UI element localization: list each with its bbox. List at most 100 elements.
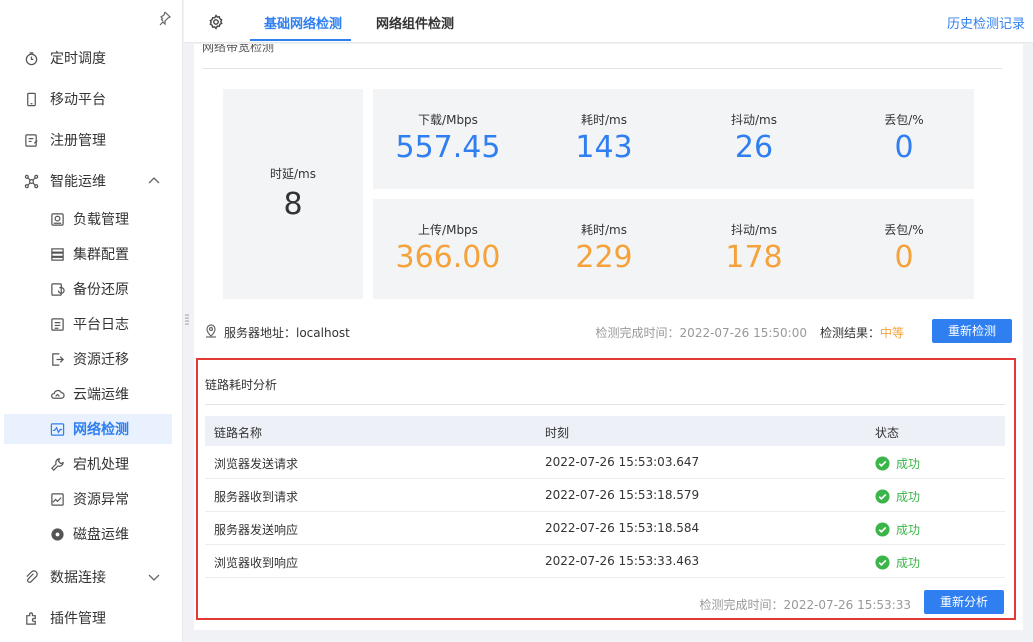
chevron-down-icon — [147, 570, 161, 584]
latency-label: 时延/ms — [270, 167, 316, 181]
table-row: 服务器发送响应 2022-07-26 15:53:18.584 成功 — [205, 512, 1005, 545]
column-header: 状态 — [875, 426, 900, 440]
sidebar-item-label: 移动平台 — [50, 92, 106, 108]
latency-card: 时延/ms 8 — [223, 89, 363, 299]
metric-download-time: 耗时/ms 143 — [529, 111, 679, 165]
metric-label: 抖动/ms — [731, 223, 777, 237]
metric-label: 抖动/ms — [731, 113, 777, 127]
result-value: 中等 — [879, 326, 904, 340]
sidebar-subitem-cloud[interactable]: 云端运维 — [0, 379, 183, 409]
divider — [202, 68, 1002, 69]
active-tab-indicator — [250, 39, 351, 41]
table-row: 服务器收到请求 2022-07-26 15:53:18.579 成功 — [205, 479, 1005, 512]
tab-component-network[interactable]: 网络组件检测 — [376, 13, 454, 32]
sidebar-subitem-cluster[interactable]: 集群配置 — [0, 239, 183, 269]
analysis-table: 链路名称 时刻 状态 浏览器发送请求 2022-07-26 15:53:03.6… — [205, 416, 1005, 578]
status-text: 成功 — [896, 457, 921, 471]
sidebar-item-plugin[interactable]: 插件管理 — [0, 601, 183, 635]
sidebar-item-label: 数据连接 — [50, 570, 106, 586]
metric-download-loss: 丢包/% 0 — [829, 111, 979, 165]
reanalyze-button[interactable]: 重新分析 — [924, 590, 1004, 614]
metric-upload-jitter: 抖动/ms 178 — [679, 221, 829, 275]
retest-button[interactable]: 重新检测 — [932, 319, 1012, 343]
log-icon — [50, 317, 65, 332]
tool-icon — [50, 457, 65, 472]
load-icon — [50, 212, 65, 227]
sidebar: 定时调度 移动平台 注册管理 智能运维 负载管理 集群配置 备份还原 平台日志 … — [0, 0, 183, 642]
history-link[interactable]: 历史检测记录 — [947, 13, 1025, 32]
sidebar-subitem-crash[interactable]: 宕机处理 — [0, 449, 183, 479]
mobile-icon — [23, 91, 39, 107]
sidebar-subitem-label: 云端运维 — [73, 387, 129, 403]
sidebar-subitem-anomaly[interactable]: 资源异常 — [0, 484, 183, 514]
sidebar-item-register[interactable]: 注册管理 — [0, 123, 183, 157]
column-header: 时刻 — [545, 426, 570, 440]
link-status: 成功 — [875, 521, 920, 538]
metric-value: 229 — [575, 240, 633, 275]
sidebar-subitem-load[interactable]: 负载管理 — [0, 204, 183, 234]
sidebar-subitem-disk[interactable]: 磁盘运维 — [0, 519, 183, 549]
analysis-title: 链路耗时分析 — [205, 378, 278, 392]
column-header: 链路名称 — [214, 426, 263, 440]
metric-value: 0 — [894, 240, 914, 275]
metric-label: 下载/Mbps — [418, 113, 478, 127]
download-metrics: 下载/Mbps 557.45 耗时/ms 143 抖动/ms 26 丢包/% 0 — [373, 89, 974, 189]
metric-label: 耗时/ms — [581, 113, 627, 127]
network-icon — [50, 422, 65, 437]
disk-icon — [50, 527, 65, 542]
resize-handle[interactable] — [185, 313, 189, 327]
metric-value: 557.45 — [395, 130, 501, 165]
sidebar-item-schedule[interactable]: 定时调度 — [0, 41, 183, 75]
detect-result: 检测结果：中等 — [820, 324, 904, 341]
anomaly-icon — [50, 492, 65, 507]
cluster-icon — [50, 247, 65, 262]
main-panel: 网络带宽检测 时延/ms 8 下载/Mbps 557.45 耗时/ms 143 … — [194, 44, 1023, 630]
sidebar-subitem-log[interactable]: 平台日志 — [0, 309, 183, 339]
metric-download-jitter: 抖动/ms 26 — [679, 111, 829, 165]
check-circle-icon — [875, 555, 890, 570]
sidebar-item-data-connect[interactable]: 数据连接 — [0, 560, 183, 594]
sidebar-subitem-label: 备份还原 — [73, 282, 129, 298]
link-time: 2022-07-26 15:53:03.647 — [545, 455, 700, 469]
sidebar-subitem-label: 集群配置 — [73, 247, 129, 263]
pin-icon[interactable] — [156, 10, 172, 26]
divider — [205, 404, 1005, 405]
sidebar-subitem-label: 负载管理 — [73, 212, 129, 228]
link-status: 成功 — [875, 455, 920, 472]
sidebar-subitem-label: 宕机处理 — [73, 457, 129, 473]
sidebar-item-mobile[interactable]: 移动平台 — [0, 82, 183, 116]
status-text: 成功 — [896, 490, 921, 504]
metric-upload: 上传/Mbps 366.00 — [373, 221, 523, 275]
metric-label: 丢包/% — [884, 223, 924, 237]
sidebar-subitem-label: 资源异常 — [73, 492, 129, 508]
link-name: 浏览器发送请求 — [214, 457, 299, 471]
link-time: 2022-07-26 15:53:18.579 — [545, 488, 700, 502]
gear-icon[interactable] — [208, 14, 224, 30]
sidebar-subitem-network[interactable]: 网络检测 — [4, 414, 172, 444]
metric-label: 耗时/ms — [581, 223, 627, 237]
latency-value: 8 — [283, 187, 303, 222]
metric-download: 下载/Mbps 557.45 — [373, 111, 523, 165]
metric-value: 178 — [725, 240, 783, 275]
detect-done-time: 检测完成时间：2022-07-26 15:50:00 — [595, 326, 807, 340]
register-icon — [23, 132, 39, 148]
sidebar-subitem-backup[interactable]: 备份还原 — [0, 274, 183, 304]
metric-upload-loss: 丢包/% 0 — [829, 221, 979, 275]
chevron-up-icon — [147, 174, 161, 188]
link-status: 成功 — [875, 488, 920, 505]
sidebar-item-smart-ops[interactable]: 智能运维 — [0, 164, 183, 198]
backup-icon — [50, 282, 65, 297]
plugin-icon — [23, 610, 39, 626]
sidebar-subitem-label: 平台日志 — [73, 317, 129, 333]
tab-basic-network[interactable]: 基础网络检测 — [264, 13, 342, 32]
upload-metrics: 上传/Mbps 366.00 耗时/ms 229 抖动/ms 178 丢包/% … — [373, 199, 974, 299]
sidebar-item-label: 插件管理 — [50, 611, 106, 627]
table-row: 浏览器收到响应 2022-07-26 15:53:33.463 成功 — [205, 545, 1005, 578]
link-analysis-card: 链路耗时分析 链路名称 时刻 状态 浏览器发送请求 2022-07-26 15:… — [196, 358, 1016, 620]
top-tabs: 基础网络检测 网络组件检测 历史检测记录 — [184, 0, 1033, 43]
server-info-row: 服务器地址：localhost 检测完成时间：2022-07-26 15:50:… — [202, 318, 1012, 344]
table-row: 浏览器发送请求 2022-07-26 15:53:03.647 成功 — [205, 446, 1005, 479]
link-name: 浏览器收到响应 — [214, 556, 299, 570]
sidebar-item-label: 注册管理 — [50, 133, 106, 149]
sidebar-subitem-migrate[interactable]: 资源迁移 — [0, 344, 183, 374]
